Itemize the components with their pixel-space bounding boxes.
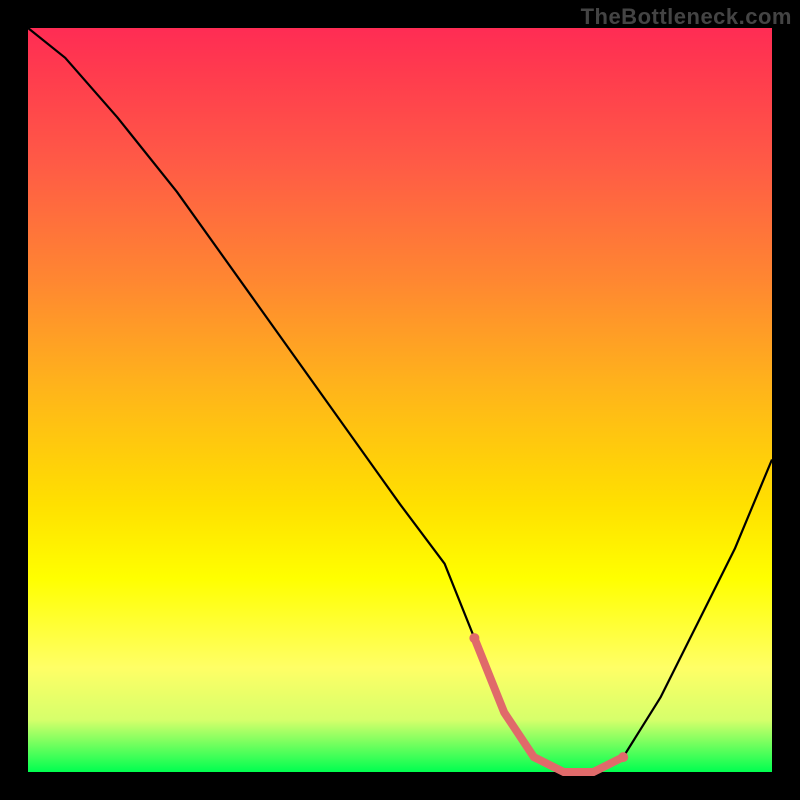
highlight-dot-left xyxy=(469,633,479,643)
chart-container: TheBottleneck.com xyxy=(0,0,800,800)
bottleneck-curve-highlight xyxy=(474,638,623,772)
plot-area xyxy=(28,28,772,772)
curve-svg xyxy=(28,28,772,772)
watermark-text: TheBottleneck.com xyxy=(581,4,792,30)
highlight-dot-right xyxy=(618,752,628,762)
bottleneck-curve xyxy=(28,28,772,772)
